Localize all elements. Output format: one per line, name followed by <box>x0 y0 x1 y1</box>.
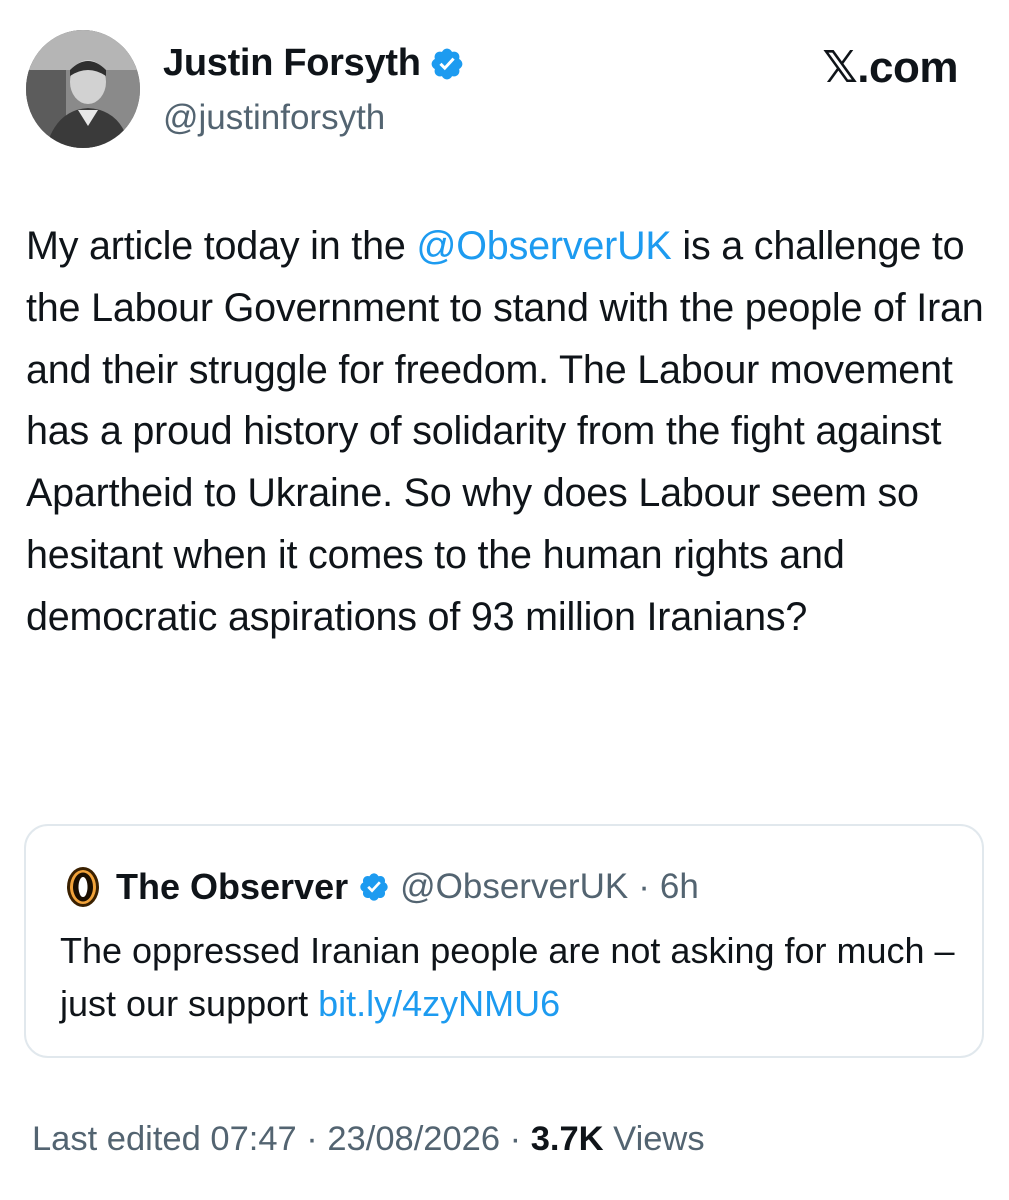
quoted-timestamp[interactable]: 6h <box>660 867 699 907</box>
quoted-link[interactable]: bit.ly/4zyNMU6 <box>318 983 560 1024</box>
views-label: Views <box>603 1120 705 1158</box>
verified-badge-icon <box>429 46 465 82</box>
quoted-author-handle[interactable]: @ObserverUK <box>400 867 628 907</box>
author-avatar[interactable] <box>26 30 140 148</box>
author-name-row: Justin Forsyth <box>163 42 465 85</box>
x-brand-logo: 𝕏.com <box>822 43 958 92</box>
quoted-tweet-header: The Observer @ObserverUK · 6h <box>60 864 699 910</box>
quoted-tweet-text: The oppressed Iranian people are not ask… <box>60 924 960 1030</box>
quoted-verified-badge-icon <box>358 871 390 903</box>
author-handle[interactable]: @justinforsyth <box>163 98 385 138</box>
avatar-photo <box>26 30 140 148</box>
views-count[interactable]: 3.7K <box>531 1120 604 1158</box>
author-name[interactable]: Justin Forsyth <box>163 42 421 85</box>
tweet-header: Justin Forsyth @justinforsyth 𝕏.com <box>26 30 976 152</box>
quoted-separator: · <box>638 867 650 906</box>
tweet-footer: Last edited 07:47 · 23/08/2026 · 3.7K Vi… <box>32 1120 705 1159</box>
tweet-text: My article today in the @ObserverUK is a… <box>26 216 986 649</box>
edited-timestamp[interactable]: Last edited 07:47 · 23/08/2026 <box>32 1120 500 1158</box>
tweet-mention-link[interactable]: @ObserverUK <box>416 224 671 268</box>
footer-separator: · <box>500 1120 531 1158</box>
tweet-text-before: My article today in the <box>26 224 417 268</box>
quoted-tweet-card[interactable]: The Observer @ObserverUK · 6h The oppres… <box>24 824 984 1058</box>
tweet-text-after: is a challenge to the Labour Government … <box>26 224 995 639</box>
observer-logo-icon <box>60 864 106 910</box>
quoted-author-name[interactable]: The Observer <box>116 866 348 908</box>
